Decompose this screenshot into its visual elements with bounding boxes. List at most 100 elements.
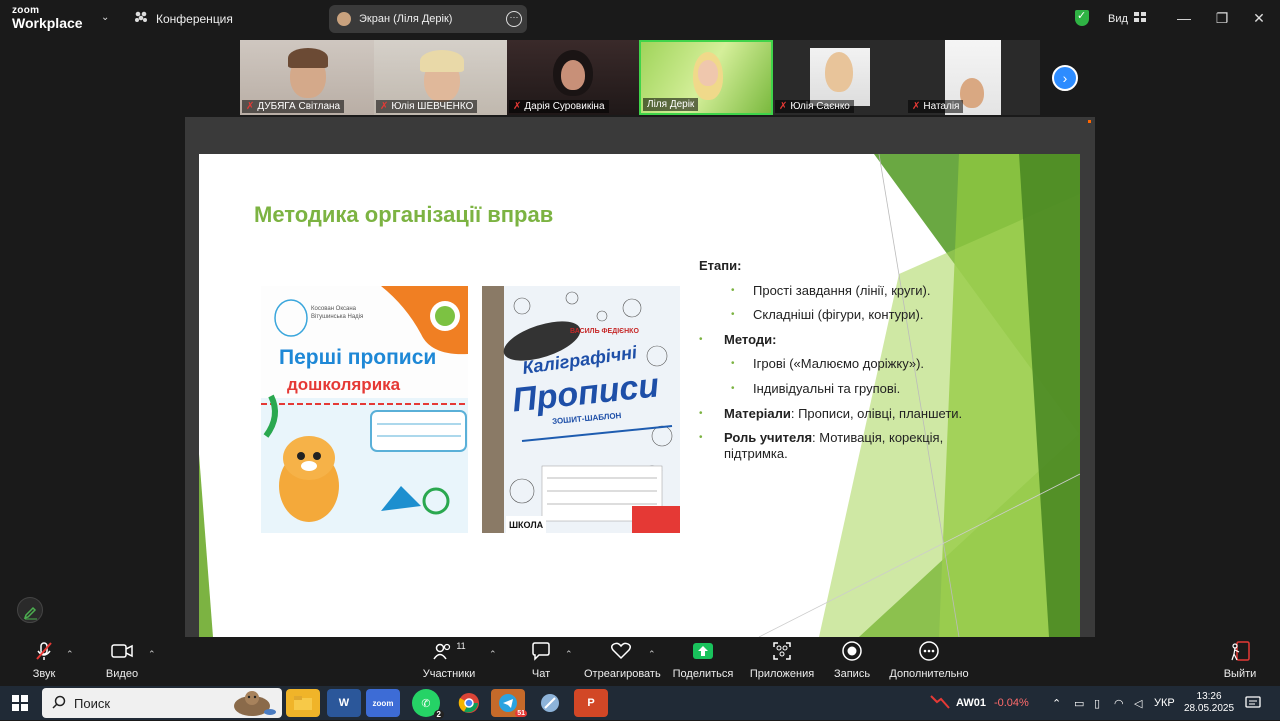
bullet-stages-heading: Етапи: — [699, 258, 742, 273]
share-button[interactable]: Поделиться — [672, 637, 734, 686]
chat-button[interactable]: Чат — [520, 637, 562, 686]
record-button[interactable]: Запись — [830, 637, 874, 686]
participant-name: ✗ Юлія Саєнко — [775, 100, 854, 113]
title-bar: zoom Workplace ⌄ Конференция Экран (Ліля… — [0, 0, 1280, 38]
windows-taskbar: Поиск W zoom ✆ 2 51 P AW01 -0.04% ⌃ ▭ ▯ ◠… — [0, 686, 1280, 720]
participant-name: ✗ ДУБЯГА Світлана — [242, 100, 345, 113]
tray-chevron-up-icon[interactable]: ⌃ — [1052, 686, 1061, 720]
clock[interactable]: 13:26 28.05.2025 — [1184, 686, 1234, 720]
video-camera-icon — [111, 644, 133, 658]
search-icon — [52, 695, 66, 712]
audio-button[interactable]: Звук — [22, 637, 66, 686]
next-participants-button[interactable]: › — [1052, 65, 1078, 91]
participant-tile[interactable]: ✗ Юлія Саєнко — [773, 40, 906, 115]
clock-time: 13:26 — [1196, 691, 1222, 702]
notifications-icon[interactable] — [1245, 686, 1261, 720]
apps-button[interactable]: Приложения — [748, 637, 816, 686]
share-label: Поделиться — [672, 668, 734, 680]
react-button[interactable]: Отреагировать — [584, 637, 661, 686]
participants-icon — [433, 643, 451, 660]
file-explorer-icon[interactable] — [286, 689, 320, 717]
zoom-app-icon[interactable]: zoom — [366, 689, 400, 717]
restore-icon[interactable]: ❐ — [1212, 8, 1232, 28]
stock-name: AW01 — [956, 697, 986, 709]
leave-button[interactable]: Выйти — [1220, 637, 1260, 686]
react-options-caret[interactable]: ⌃ — [648, 649, 656, 660]
participant-tile[interactable]: ✗ Юлія ШЕВЧЕНКО — [374, 40, 507, 115]
more-icon — [919, 641, 939, 661]
book-cover-first-copybooks: Косован Оксана Вітушинська Надія Перші п… — [261, 286, 468, 533]
bullet-item: • Складніші (фігури, контури). — [731, 307, 924, 323]
participant-tile-active-speaker[interactable]: Ліля Дерік — [639, 40, 773, 115]
react-label: Отреагировать — [584, 668, 661, 680]
language-indicator[interactable]: УКР — [1154, 686, 1175, 720]
battery-icon[interactable]: ▯ — [1094, 686, 1100, 720]
leave-icon — [1231, 641, 1250, 661]
chat-options-caret[interactable]: ⌃ — [565, 649, 573, 660]
audio-options-caret[interactable]: ⌃ — [66, 649, 74, 660]
annotate-pen-button[interactable] — [17, 597, 43, 623]
word-icon[interactable]: W — [327, 689, 361, 717]
mic-muted-icon: ✗ — [246, 101, 255, 112]
more-options-icon[interactable]: ··· — [506, 11, 522, 27]
screen-share-indicator[interactable]: Экран (Ліля Дерік) ··· — [329, 5, 527, 33]
zoom-logo: zoom Workplace — [12, 6, 83, 31]
avatar — [337, 12, 351, 26]
tray-icon[interactable]: ▭ — [1074, 686, 1084, 720]
wifi-icon[interactable]: ◠ — [1114, 686, 1124, 720]
telegram-badge: 51 — [515, 710, 527, 717]
video-label: Видео — [105, 668, 139, 680]
view-menu[interactable]: Вид — [1108, 12, 1146, 25]
whatsapp-badge: 2 — [433, 710, 444, 719]
stock-chart-icon — [930, 694, 950, 713]
whatsapp-icon[interactable]: ✆ 2 — [412, 689, 444, 719]
participants-button[interactable]: 11 Участники — [418, 637, 480, 686]
participants-options-caret[interactable]: ⌃ — [489, 649, 497, 660]
telegram-icon[interactable]: 51 — [491, 689, 527, 717]
powerpoint-icon[interactable]: P — [574, 689, 608, 717]
book2-author: ВАСИЛЬ ФЕДІЄНКО — [570, 328, 639, 335]
participant-name: Ліля Дерік — [643, 98, 699, 111]
book1-authors: Косован Оксана Вітушинська Надія — [311, 306, 364, 320]
logo-line2: Workplace — [12, 15, 83, 31]
chrome-icon[interactable] — [452, 689, 486, 717]
participant-tile[interactable]: ✗ Дарія Суровикіна — [507, 40, 639, 115]
mic-muted-icon: ✗ — [779, 101, 788, 112]
stock-widget[interactable]: AW01 -0.04% — [930, 686, 1029, 720]
heart-icon — [610, 642, 632, 660]
taskbar-search-box[interactable]: Поиск — [42, 688, 282, 718]
close-icon[interactable]: ✕ — [1249, 8, 1269, 28]
video-options-caret[interactable]: ⌃ — [148, 649, 156, 660]
book2-publisher: ШКОЛА — [509, 520, 544, 530]
search-highlight-image — [222, 688, 280, 718]
view-grid-icon — [1133, 12, 1146, 25]
chevron-right-icon: › — [1062, 70, 1068, 86]
participant-name: ✗ Юлія ШЕВЧЕНКО — [376, 100, 478, 113]
participant-tile[interactable]: ✗ Наталія — [906, 40, 1040, 115]
participants-label: Участники — [422, 668, 476, 680]
mic-muted-icon: ✗ — [513, 101, 522, 112]
participant-tile[interactable]: ✗ ДУБЯГА Світлана — [240, 40, 374, 115]
speaker-icon[interactable]: ◁ — [1134, 686, 1142, 720]
record-label: Запись — [833, 668, 871, 680]
app-icon-feather[interactable] — [533, 689, 567, 717]
video-button[interactable]: Видео — [100, 637, 144, 686]
book-cover-calligraphy: ВАСИЛЬ ФЕДІЄНКО Каліграфічні Прописи ЗОШ… — [482, 286, 680, 533]
meeting-toolbar: Звук ⌃ Видео ⌃ 11 Участники ⌃ Чат ⌃ Отре… — [0, 637, 1280, 686]
chevron-down-icon[interactable]: ⌄ — [101, 12, 109, 23]
bullet-item: • Ігрові («Малюємо доріжку»). — [731, 356, 925, 372]
windows-start-icon[interactable] — [12, 695, 28, 711]
meeting-menu[interactable]: Конференция — [134, 11, 233, 26]
share-screen-icon — [693, 643, 713, 659]
participants-strip: ✗ ДУБЯГА Світлана ✗ Юлія ШЕВЧЕНКО ✗ Дарія С… — [240, 40, 1040, 115]
view-label: Вид — [1108, 12, 1128, 25]
bullet-item: • Прості завдання (лінії, круги). — [731, 282, 931, 298]
slide-bullets: Етапи: • Прості завдання (лінії, круги). … — [699, 258, 979, 470]
participant-name: ✗ Наталія — [908, 100, 964, 113]
more-button[interactable]: Дополнительно — [888, 637, 970, 686]
security-shield-icon[interactable] — [1075, 9, 1089, 26]
minimize-icon[interactable]: — — [1174, 8, 1194, 28]
bullet-item: • Індивідуальні та групові. — [731, 380, 901, 396]
participants-icon — [134, 11, 148, 26]
meeting-label: Конференция — [156, 11, 233, 26]
